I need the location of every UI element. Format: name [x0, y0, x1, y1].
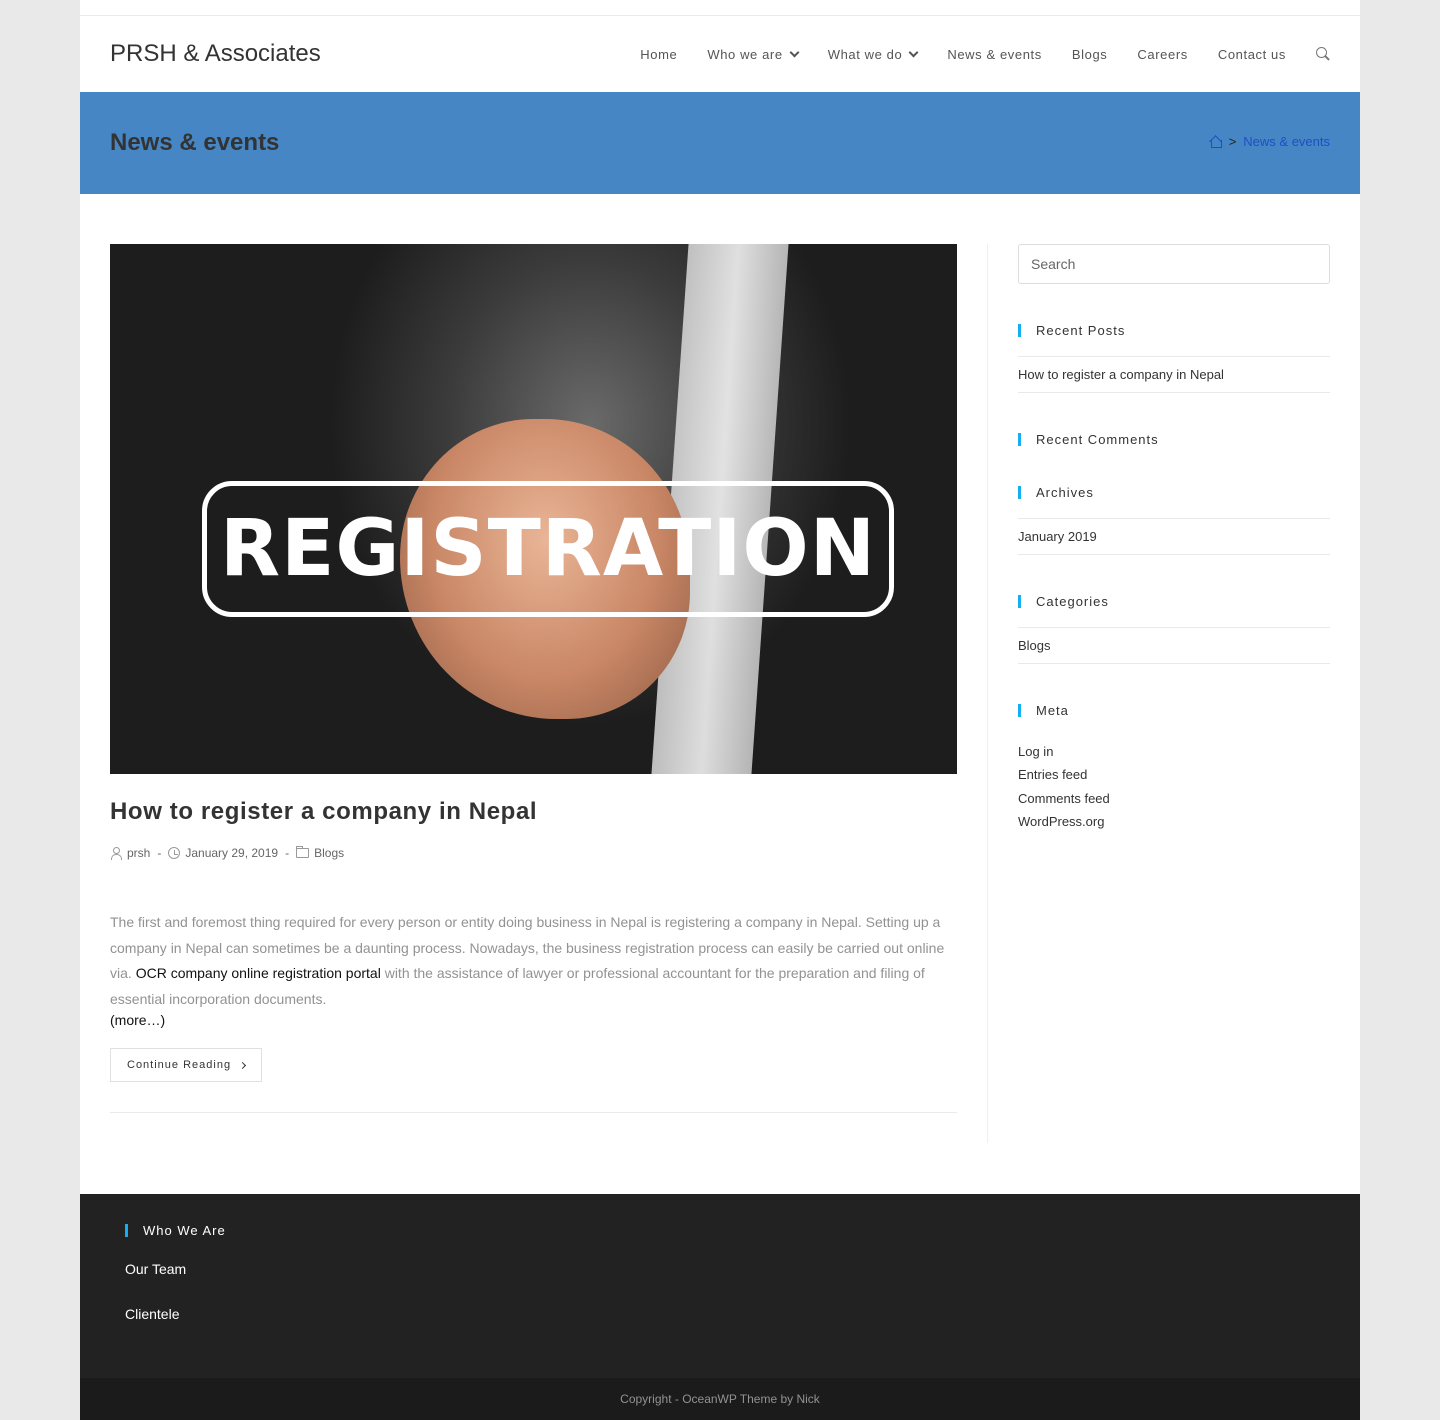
post-date: January 29, 2019: [185, 846, 279, 860]
image-registration-badge: REGISTRATION: [202, 481, 894, 617]
sidebar-search-input[interactable]: [1018, 244, 1330, 284]
continue-reading-button[interactable]: Continue Reading: [110, 1048, 263, 1082]
archives-list: January 2019: [1018, 518, 1330, 555]
widget-title-archives: Archives: [1018, 486, 1330, 499]
user-icon: [110, 847, 122, 860]
nav-item-label: Who we are: [707, 46, 783, 62]
breadcrumb: > News & events: [1209, 134, 1330, 149]
nav-item-contact-us[interactable]: Contact us: [1218, 47, 1286, 62]
main-nav: Home Who we are What we do News & events…: [610, 17, 1330, 91]
chevron-down-icon: [908, 47, 919, 57]
meta-separator: -: [285, 846, 290, 860]
footer-link-our-team[interactable]: Our Team: [125, 1261, 186, 1277]
excerpt-link-ocr-portal[interactable]: OCR company online registration portal: [136, 965, 381, 981]
breadcrumb-current[interactable]: News & events: [1243, 134, 1330, 149]
meta-link-comments-feed[interactable]: Comments feed: [1018, 787, 1330, 810]
copyright-text: Copyright - OceanWP Theme by Nick: [620, 1392, 820, 1406]
site-logo[interactable]: PRSH & Associates: [110, 40, 321, 68]
nav-item-label: What we do: [827, 46, 903, 62]
recent-post-item[interactable]: How to register a company in Nepal: [1018, 356, 1330, 393]
top-bar: [80, 0, 1360, 16]
widget-title-categories: Categories: [1018, 595, 1330, 608]
post-category[interactable]: Blogs: [314, 846, 344, 860]
nav-item-who-we-are[interactable]: Who we are: [707, 46, 800, 62]
nav-item-news-events[interactable]: News & events: [947, 47, 1042, 62]
nav-item-careers[interactable]: Careers: [1137, 47, 1187, 62]
copyright-bar: Copyright - OceanWP Theme by Nick: [80, 1378, 1360, 1420]
nav-item-what-we-do[interactable]: What we do: [827, 46, 919, 62]
post-author[interactable]: prsh: [127, 846, 150, 860]
meta-list: Log in Entries feed Comments feed WordPr…: [1018, 740, 1330, 833]
more-link[interactable]: (more…): [110, 1012, 957, 1028]
main-content: REGISTRATION How to register a company i…: [110, 244, 957, 1113]
breadcrumb-separator: >: [1228, 134, 1237, 149]
continue-reading-label: Continue Reading: [127, 1059, 232, 1071]
site-footer: Who We Are Our Team Clientele: [80, 1194, 1360, 1378]
archive-item[interactable]: January 2019: [1018, 518, 1330, 555]
chevron-down-icon: [789, 47, 800, 57]
image-registration-text: REGISTRATION: [220, 504, 876, 594]
sidebar: Recent Posts How to register a company i…: [1018, 244, 1330, 833]
widget-title-recent-posts: Recent Posts: [1018, 324, 1330, 337]
search-icon[interactable]: [1316, 47, 1330, 61]
page-header-band: News & events > News & events: [80, 92, 1360, 194]
meta-separator: -: [157, 846, 162, 860]
meta-link-wordpress-org[interactable]: WordPress.org: [1018, 810, 1330, 833]
sidebar-divider: [987, 244, 988, 1143]
widget-title-recent-comments: Recent Comments: [1018, 433, 1330, 446]
home-icon[interactable]: [1209, 135, 1222, 148]
footer-widget-title: Who We Are: [125, 1224, 226, 1237]
categories-list: Blogs: [1018, 627, 1330, 664]
post-meta: prsh - January 29, 2019 - Blogs: [110, 846, 957, 860]
site-header: PRSH & Associates Home Who we are What w…: [80, 17, 1360, 91]
widget-title-meta: Meta: [1018, 704, 1330, 717]
page-title: News & events: [110, 129, 280, 156]
chevron-right-icon: [239, 1061, 247, 1069]
meta-link-log-in[interactable]: Log in: [1018, 740, 1330, 763]
featured-image[interactable]: REGISTRATION: [110, 244, 957, 774]
footer-link-clientele[interactable]: Clientele: [125, 1306, 179, 1322]
post-divider: [110, 1112, 957, 1113]
blog-post: REGISTRATION How to register a company i…: [110, 244, 957, 1113]
clock-icon: [168, 847, 181, 859]
page-wrapper: PRSH & Associates Home Who we are What w…: [80, 0, 1360, 1420]
recent-posts-list: How to register a company in Nepal: [1018, 356, 1330, 393]
post-title[interactable]: How to register a company in Nepal: [110, 798, 957, 826]
nav-item-blogs[interactable]: Blogs: [1072, 47, 1108, 62]
category-item[interactable]: Blogs: [1018, 627, 1330, 664]
post-excerpt: The first and foremost thing required fo…: [110, 910, 957, 1012]
meta-link-entries-feed[interactable]: Entries feed: [1018, 763, 1330, 786]
nav-item-home[interactable]: Home: [640, 47, 677, 62]
folder-icon: [296, 846, 310, 858]
